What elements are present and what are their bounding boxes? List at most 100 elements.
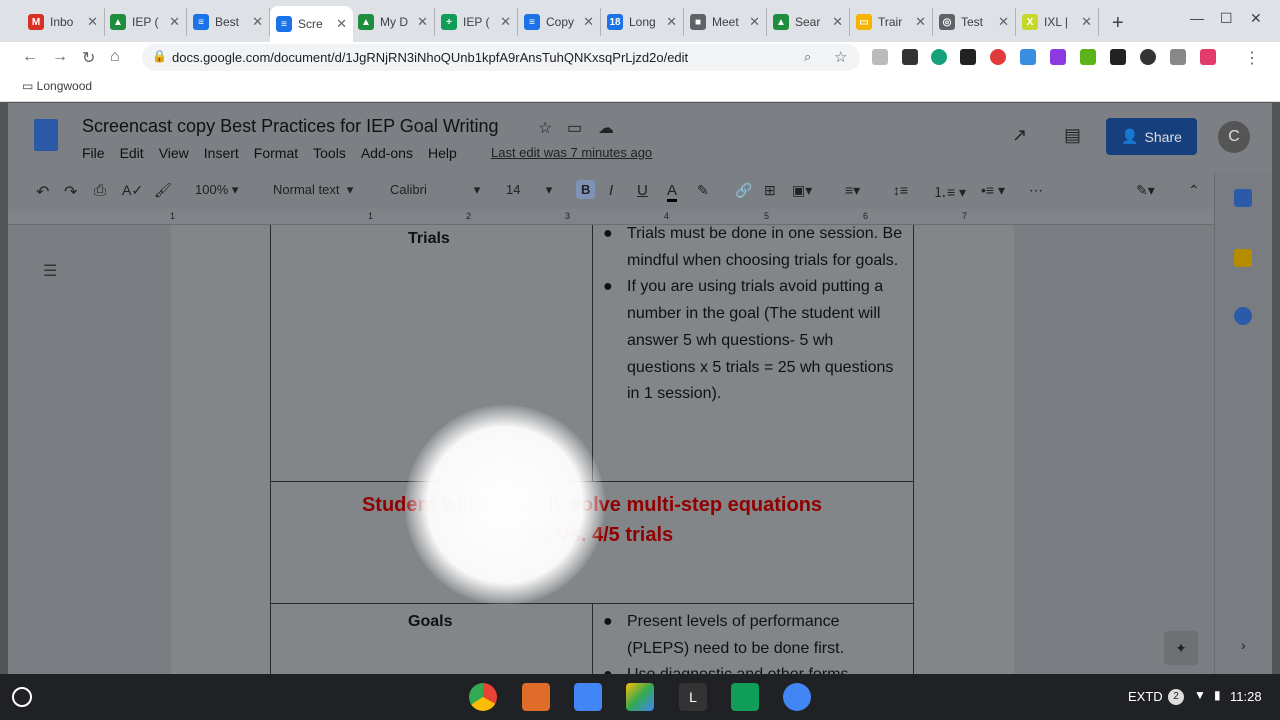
files-icon[interactable] xyxy=(783,683,811,711)
font-select[interactable]: Calibri ▾ xyxy=(390,182,480,198)
numbered-list-icon[interactable]: ⒈≡ ▾ xyxy=(933,182,966,202)
editing-mode-icon[interactable]: ✎▾ xyxy=(1136,182,1155,199)
home-icon[interactable]: ⌂ xyxy=(110,48,120,66)
close-tab-icon[interactable]: ✕ xyxy=(87,14,98,30)
menu-tools[interactable]: Tools xyxy=(313,145,346,161)
bookmark-star-icon[interactable]: ☆ xyxy=(834,48,847,66)
browser-tab[interactable]: ≡ Scre ✕ xyxy=(270,6,353,42)
extension-icon[interactable] xyxy=(1050,49,1066,65)
highlight-icon[interactable]: ✎ xyxy=(697,182,709,199)
align-left-icon[interactable]: ≡▾ xyxy=(845,182,860,199)
document-outline-icon[interactable]: ☰ xyxy=(43,261,57,281)
menu-format[interactable]: Format xyxy=(254,145,298,161)
longwood-app-icon[interactable]: L xyxy=(679,683,707,711)
display-mode[interactable]: EXTD xyxy=(1128,689,1163,704)
comment-icon[interactable]: ▤ xyxy=(1064,125,1081,146)
calendar-icon[interactable] xyxy=(1234,189,1252,207)
bold-button[interactable]: B xyxy=(576,180,596,199)
extension-icon[interactable] xyxy=(902,49,918,65)
close-tab-icon[interactable]: ✕ xyxy=(583,14,594,30)
link-icon[interactable]: 🔗 xyxy=(735,182,752,199)
close-tab-icon[interactable]: ✕ xyxy=(169,14,180,30)
keep-icon[interactable] xyxy=(1234,249,1252,267)
italic-button[interactable]: I xyxy=(609,182,613,199)
more-options-icon[interactable]: ⋯ xyxy=(1029,182,1043,199)
share-button[interactable]: 👤 Share xyxy=(1106,118,1197,155)
close-tab-icon[interactable]: ✕ xyxy=(666,14,677,30)
browser-tab[interactable]: ▲ Sear ✕ xyxy=(767,8,850,36)
reload-icon[interactable]: ↻ xyxy=(82,48,95,68)
back-icon[interactable]: ← xyxy=(22,48,38,66)
menu-edit[interactable]: Edit xyxy=(120,145,144,161)
browser-tab[interactable]: ■ Meet ✕ xyxy=(684,8,767,36)
paint-format-icon[interactable]: 🖌 xyxy=(154,182,172,199)
zoom-search-icon[interactable]: ⌕ xyxy=(804,49,811,65)
browser-tab[interactable]: ▭ Trair ✕ xyxy=(850,8,933,36)
clock[interactable]: 11:28 xyxy=(1230,689,1262,704)
new-tab-button[interactable]: + xyxy=(1112,12,1124,35)
address-bar[interactable]: 🔒 docs.google.com/document/d/1JgRNjRN3iN… xyxy=(142,44,860,71)
collapse-menus-icon[interactable]: ⌃ xyxy=(1188,182,1200,199)
bulleted-list-icon[interactable]: •≡ ▾ xyxy=(981,182,1005,199)
browser-tab[interactable]: 18 Long ✕ xyxy=(601,8,684,36)
forward-icon[interactable]: → xyxy=(52,48,68,66)
line-spacing-icon[interactable]: ↕≡ xyxy=(893,182,908,198)
tasks-icon[interactable] xyxy=(1234,307,1252,325)
menu-insert[interactable]: Insert xyxy=(204,145,239,161)
browser-tab[interactable]: ▲ My D ✕ xyxy=(352,8,435,36)
close-window-icon[interactable]: ✕ xyxy=(1250,10,1262,27)
close-tab-icon[interactable]: ✕ xyxy=(1081,14,1092,30)
close-tab-icon[interactable]: ✕ xyxy=(998,14,1009,30)
close-tab-icon[interactable]: ✕ xyxy=(915,14,926,30)
close-tab-icon[interactable]: ✕ xyxy=(832,14,843,30)
underline-button[interactable]: U xyxy=(637,182,648,199)
menu-file[interactable]: File xyxy=(82,145,105,161)
activity-trend-icon[interactable]: ↗ xyxy=(1012,125,1027,146)
maximize-icon[interactable]: ☐ xyxy=(1220,10,1233,27)
browser-tab[interactable]: + IEP (✕ xyxy=(435,8,518,36)
star-icon[interactable]: ☆ xyxy=(538,118,552,138)
menu-addons[interactable]: Add-ons xyxy=(361,145,413,161)
close-tab-icon[interactable]: ✕ xyxy=(417,14,428,30)
expand-panel-icon[interactable]: › xyxy=(1241,637,1246,653)
browser-tab[interactable]: ◎ Test ✕ xyxy=(933,8,1016,36)
extensions-puzzle-icon[interactable] xyxy=(1170,49,1186,65)
drive-icon[interactable] xyxy=(626,683,654,711)
close-tab-icon[interactable]: ✕ xyxy=(500,14,511,30)
extension-icon[interactable] xyxy=(1080,49,1096,65)
menu-help[interactable]: Help xyxy=(428,145,457,161)
bookmark-longwood[interactable]: ▭ Longwood xyxy=(22,79,92,93)
browser-tab[interactable]: ≡ Best ✕ xyxy=(187,8,270,36)
document-title[interactable]: Screencast copy Best Practices for IEP G… xyxy=(82,116,499,137)
minimize-icon[interactable]: — xyxy=(1190,10,1204,26)
app-icon[interactable] xyxy=(522,683,550,711)
add-comment-icon[interactable]: ⊞ xyxy=(764,182,776,199)
cloud-status-icon[interactable]: ☁ xyxy=(598,118,614,138)
last-edit-link[interactable]: Last edit was 7 minutes ago xyxy=(491,145,652,160)
style-select[interactable]: Normal text ▾ xyxy=(273,182,353,198)
extension-icon[interactable] xyxy=(1140,49,1156,65)
print-icon[interactable]: ⎙ xyxy=(94,182,106,199)
classroom-icon[interactable] xyxy=(731,683,759,711)
notification-count[interactable]: 2 xyxy=(1168,689,1184,705)
docs-logo-icon[interactable] xyxy=(34,119,58,151)
launcher-icon[interactable] xyxy=(12,687,32,707)
extension-icon[interactable] xyxy=(872,49,888,65)
browser-menu-icon[interactable]: ⋮ xyxy=(1244,48,1260,68)
docs-icon[interactable] xyxy=(574,683,602,711)
browser-tab[interactable]: ≡ Copy ✕ xyxy=(518,8,601,36)
close-tab-icon[interactable]: ✕ xyxy=(749,14,760,30)
font-size-select[interactable]: 14 ▾ xyxy=(506,182,552,198)
menu-view[interactable]: View xyxy=(159,145,189,161)
document-page[interactable]: Trials ● Trials must be done in one sessi… xyxy=(171,225,1014,674)
extension-icon[interactable] xyxy=(1110,49,1126,65)
zoom-select[interactable]: 100% ▾ xyxy=(195,182,238,198)
undo-icon[interactable]: ↶ xyxy=(36,182,49,202)
extension-icon[interactable] xyxy=(931,49,947,65)
spellcheck-icon[interactable]: A✓ xyxy=(122,182,143,199)
text-color-button[interactable]: A xyxy=(667,182,678,202)
extension-icon[interactable] xyxy=(1200,49,1216,65)
explore-icon[interactable]: ✦ xyxy=(1164,631,1198,665)
redo-icon[interactable]: ↷ xyxy=(64,182,77,202)
avatar[interactable]: C xyxy=(1218,121,1250,153)
